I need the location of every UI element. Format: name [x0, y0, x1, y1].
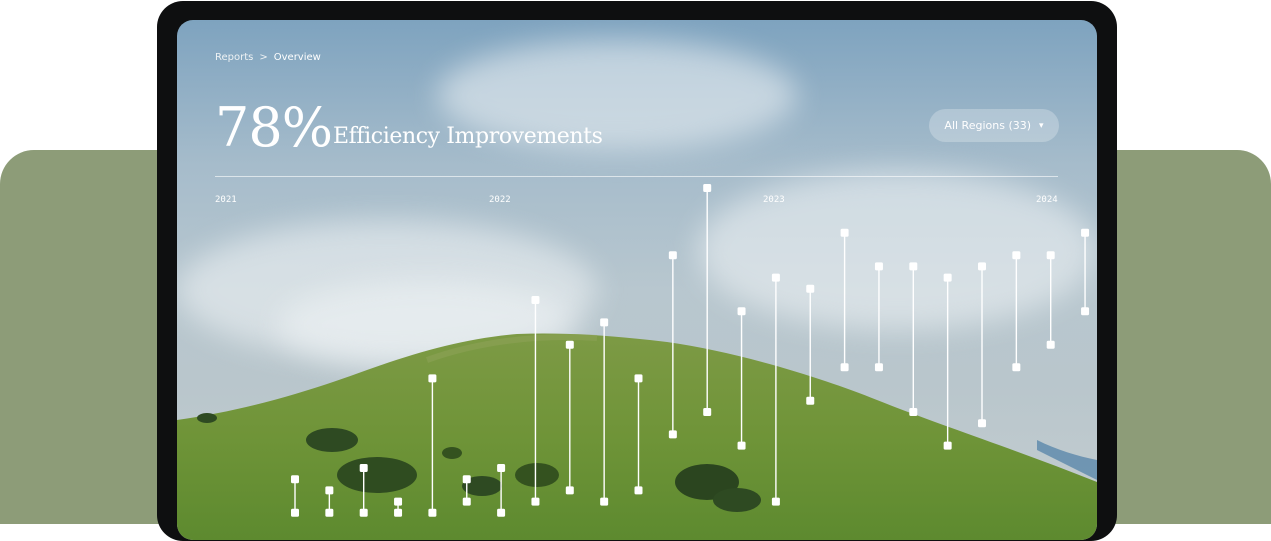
range-bar-3[interactable] — [359, 464, 368, 517]
range-high-marker — [737, 307, 746, 316]
range-low-marker — [1012, 363, 1021, 372]
range-high-marker — [978, 262, 986, 271]
range-low-marker — [634, 486, 643, 495]
range-low-marker — [428, 508, 437, 517]
range-low-marker — [943, 441, 952, 450]
range-low-marker — [1046, 340, 1055, 349]
range-bar-5[interactable] — [428, 374, 437, 517]
range-low-marker — [531, 497, 540, 506]
range-high-marker — [531, 296, 540, 304]
range-high-marker — [874, 262, 883, 271]
range-high-marker — [291, 475, 299, 484]
range-bar-13[interactable] — [703, 184, 712, 416]
range-low-marker — [771, 497, 780, 506]
range-low-marker — [840, 363, 849, 372]
range-bar-24[interactable] — [1081, 228, 1090, 316]
range-bar-10[interactable] — [600, 318, 609, 506]
range-high-marker — [1081, 228, 1090, 237]
range-high-marker — [359, 464, 368, 472]
range-bar-18[interactable] — [874, 262, 883, 372]
range-high-marker — [497, 464, 506, 472]
range-bar-23[interactable] — [1046, 251, 1055, 349]
range-low-marker — [462, 497, 471, 506]
range-bar-1[interactable] — [291, 475, 299, 517]
range-bar-2[interactable] — [325, 486, 334, 517]
dashboard-screen: Reports > Overview 78% Efficiency Improv… — [177, 20, 1097, 540]
range-bar-6[interactable] — [462, 475, 471, 506]
range-high-marker — [600, 318, 609, 327]
range-high-marker — [634, 374, 643, 383]
range-low-marker — [600, 497, 609, 506]
range-high-marker — [1012, 251, 1021, 260]
range-bar-17[interactable] — [840, 228, 849, 372]
range-high-marker — [806, 284, 815, 293]
range-low-marker — [703, 408, 712, 416]
range-low-marker — [978, 419, 986, 428]
range-bar-16[interactable] — [806, 284, 815, 405]
range-bar-20[interactable] — [943, 273, 952, 450]
range-high-marker — [325, 486, 334, 495]
range-high-marker — [394, 497, 403, 506]
range-low-marker — [1081, 307, 1090, 316]
range-low-marker — [668, 430, 677, 439]
range-high-marker — [1046, 251, 1055, 260]
range-bar-7[interactable] — [497, 464, 506, 517]
range-bar-4[interactable] — [394, 497, 403, 517]
range-low-marker — [909, 408, 918, 416]
range-low-marker — [394, 508, 403, 517]
range-bar-14[interactable] — [737, 307, 746, 450]
range-low-marker — [325, 508, 334, 517]
range-low-marker — [291, 508, 299, 517]
range-low-marker — [497, 508, 506, 517]
range-chart — [291, 184, 1090, 517]
range-high-marker — [909, 262, 918, 271]
range-low-marker — [359, 508, 368, 517]
range-high-marker — [428, 374, 437, 383]
range-low-marker — [565, 486, 574, 495]
range-bar-12[interactable] — [668, 251, 677, 439]
range-low-marker — [874, 363, 883, 372]
range-bar-22[interactable] — [1012, 251, 1021, 372]
range-high-marker — [462, 475, 471, 484]
range-low-marker — [737, 441, 746, 450]
range-high-marker — [943, 273, 952, 282]
range-bar-19[interactable] — [909, 262, 918, 416]
range-high-marker — [840, 228, 849, 237]
range-high-marker — [703, 184, 712, 192]
range-bar-15[interactable] — [771, 273, 780, 506]
range-bar-8[interactable] — [531, 296, 540, 506]
range-low-marker — [806, 396, 815, 405]
range-bar-9[interactable] — [565, 340, 574, 495]
range-bar-11[interactable] — [634, 374, 643, 495]
range-high-marker — [668, 251, 677, 260]
range-high-marker — [565, 340, 574, 349]
range-bar-21[interactable] — [978, 262, 986, 428]
range-high-marker — [771, 273, 780, 282]
